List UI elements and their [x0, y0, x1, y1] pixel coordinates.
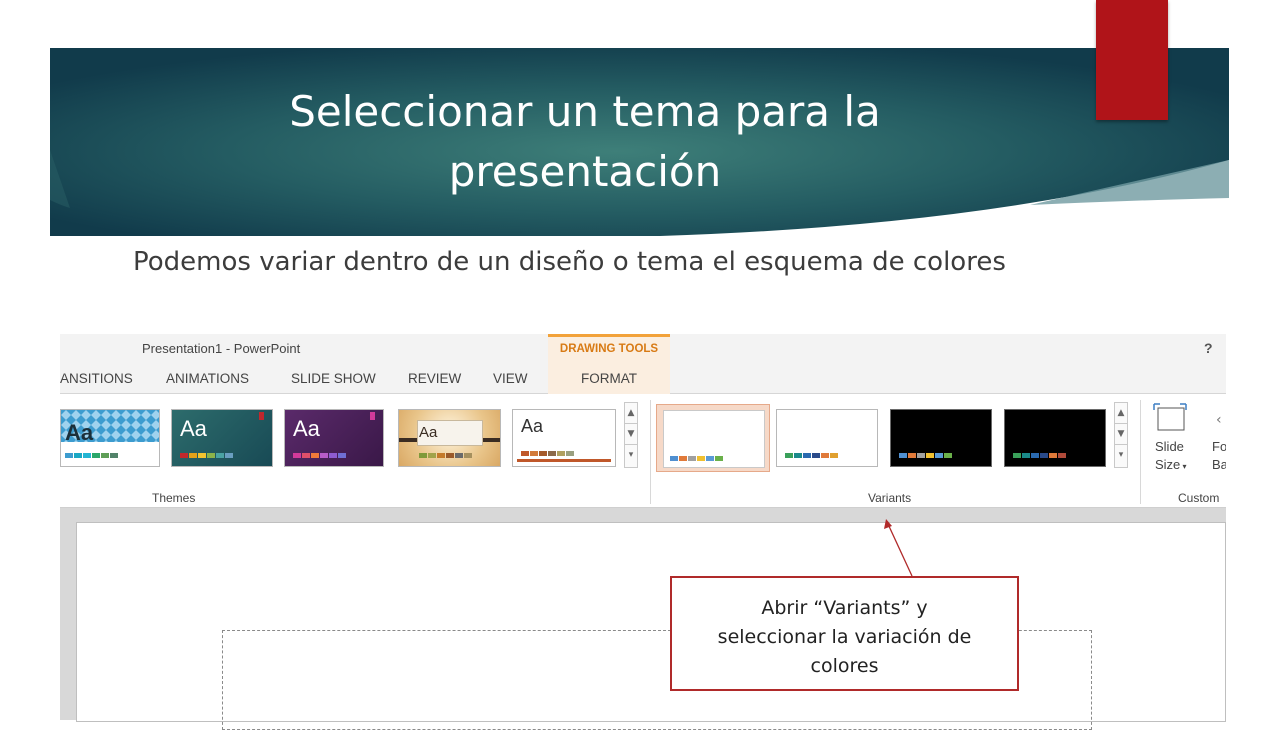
- format-bg-label-1: Fo: [1212, 439, 1226, 454]
- theme-aa: Aa: [293, 416, 320, 441]
- variant-thumb-4[interactable]: [1004, 409, 1106, 467]
- tab-animations[interactable]: ANIMATIONS: [166, 371, 249, 386]
- tab-format-label: FORMAT: [581, 371, 637, 386]
- group-separator: [650, 400, 651, 504]
- scroll-up-icon[interactable]: ▲: [625, 403, 637, 424]
- scroll-up-icon[interactable]: ▲: [1115, 403, 1127, 424]
- format-background-button[interactable]: Fo Bacl: [1212, 438, 1226, 474]
- scroll-down-icon[interactable]: ▼: [1115, 424, 1127, 445]
- group-separator: [1140, 400, 1141, 504]
- callout-box: Abrir “Variants” y seleccionar la variac…: [670, 576, 1019, 691]
- accent-tab: [1096, 0, 1168, 120]
- theme-thumb-2[interactable]: Aa: [171, 409, 273, 467]
- slide-size-icon[interactable]: [1152, 402, 1188, 436]
- theme-thumb-5[interactable]: Aa: [512, 409, 616, 467]
- theme-thumb-3[interactable]: Aa: [284, 409, 384, 467]
- slide-size-label: Slide: [1155, 439, 1184, 454]
- callout-line-3: colores: [810, 655, 879, 677]
- theme-aa: Aa: [419, 424, 438, 441]
- theme-aa: Aa: [180, 416, 207, 441]
- slide-size-label-2: Size: [1155, 457, 1181, 472]
- tab-review[interactable]: REVIEW: [408, 371, 461, 386]
- format-bg-label-2: Bacl: [1212, 457, 1226, 472]
- tab-transitions[interactable]: ANSITIONS: [60, 371, 133, 386]
- theme-aa: Aa: [521, 416, 544, 436]
- ribbon-tab-row: ANSITIONS ANIMATIONS SLIDE SHOW REVIEW V…: [60, 364, 1226, 394]
- theme-aa: Aa: [65, 420, 94, 445]
- variant-thumb-3[interactable]: [890, 409, 992, 467]
- ppt-window-title: Presentation1 - PowerPoint: [142, 341, 301, 356]
- slide-title: Seleccionar un tema para la presentación: [150, 82, 1020, 202]
- more-icon[interactable]: ▾: [625, 445, 637, 465]
- tab-slide-show[interactable]: SLIDE SHOW: [291, 371, 376, 386]
- format-background-icon[interactable]: ‹: [1216, 412, 1222, 428]
- themes-scrollbar[interactable]: ▲ ▼ ▾: [624, 402, 638, 468]
- drawing-tools-label: DRAWING TOOLS: [559, 343, 659, 355]
- variant-thumb-1-selected[interactable]: [656, 404, 770, 472]
- chevron-down-icon: ▾: [1180, 462, 1187, 471]
- variants-more-icon[interactable]: ▾: [1115, 445, 1127, 465]
- tab-format[interactable]: FORMAT: [548, 364, 670, 394]
- tab-view[interactable]: VIEW: [493, 371, 528, 386]
- drawing-tools-group: DRAWING TOOLS: [548, 334, 670, 364]
- callout-line-2: seleccionar la variación de: [717, 626, 972, 648]
- theme-thumb-4[interactable]: Aa: [398, 409, 501, 467]
- customize-group-label: Custom: [1178, 491, 1220, 505]
- slide-title-text: Seleccionar un tema para la presentación: [289, 87, 881, 196]
- scroll-down-icon[interactable]: ▼: [625, 424, 637, 445]
- themes-group-label: Themes: [152, 491, 196, 505]
- slide-size-button[interactable]: Slide Size ▾: [1155, 438, 1187, 476]
- theme-thumb-1[interactable]: Aa: [60, 409, 160, 467]
- help-icon[interactable]: ?: [1204, 340, 1213, 356]
- variants-group-label: Variants: [868, 491, 912, 505]
- callout-line-1: Abrir “Variants” y: [761, 597, 928, 619]
- variant-thumb-2[interactable]: [776, 409, 878, 467]
- variants-scrollbar[interactable]: ▲ ▼ ▾: [1114, 402, 1128, 468]
- slide-body-text: Podemos variar dentro de un diseño o tem…: [133, 247, 1006, 277]
